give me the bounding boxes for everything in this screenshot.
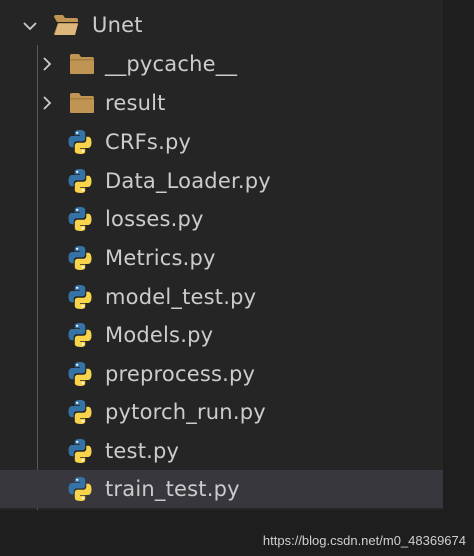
python-file-icon <box>67 438 93 464</box>
python-file-icon <box>67 206 93 232</box>
footer: https://blog.csdn.net/m0_48369674 <box>0 510 474 556</box>
watermark-text: https://blog.csdn.net/m0_48369674 <box>262 533 466 548</box>
tree-item-file[interactable]: CRFs.py <box>0 123 443 161</box>
tree-item-file[interactable]: test.py <box>0 432 443 470</box>
tree-item-result[interactable]: result <box>0 84 443 122</box>
tree-item-file[interactable]: losses.py <box>0 200 443 238</box>
tree-item-file[interactable]: pytorch_run.py <box>0 393 443 431</box>
file-label: train_test.py <box>105 477 240 501</box>
folder-icon <box>69 92 95 114</box>
python-file-icon <box>67 322 93 348</box>
tree-item-pycache[interactable]: __pycache__ <box>0 45 443 83</box>
chevron-right-icon[interactable] <box>39 95 55 111</box>
file-label: test.py <box>105 439 180 463</box>
python-file-icon <box>67 399 93 425</box>
chevron-down-icon[interactable] <box>22 18 38 34</box>
python-file-icon <box>67 284 93 310</box>
file-label: pytorch_run.py <box>105 400 266 424</box>
file-label: Data_Loader.py <box>105 169 271 193</box>
folder-icon <box>69 53 95 75</box>
file-explorer: Unet __pycache__ result CRFs.py Data_Loa… <box>0 0 443 510</box>
python-file-icon <box>67 361 93 387</box>
python-file-icon <box>67 476 93 502</box>
file-label: losses.py <box>105 207 204 231</box>
chevron-right-icon[interactable] <box>39 56 55 72</box>
file-label: CRFs.py <box>105 130 192 154</box>
tree-item-file[interactable]: model_test.py <box>0 278 443 316</box>
python-file-icon <box>67 168 93 194</box>
tree-item-file[interactable]: preprocess.py <box>0 355 443 393</box>
tree-item-file[interactable]: Models.py <box>0 316 443 354</box>
python-file-icon <box>67 129 93 155</box>
folder-label-unet: Unet <box>92 13 143 37</box>
tree-item-unet[interactable]: Unet <box>0 6 443 44</box>
tree-item-file[interactable]: Data_Loader.py <box>0 162 443 200</box>
folder-label-result: result <box>105 91 166 115</box>
folder-open-icon <box>53 14 79 36</box>
file-label: preprocess.py <box>105 362 256 386</box>
file-label: model_test.py <box>105 285 257 309</box>
file-label: Models.py <box>105 323 214 347</box>
file-label: Metrics.py <box>105 246 216 270</box>
python-file-icon <box>67 245 93 271</box>
folder-label-pycache: __pycache__ <box>105 52 238 76</box>
tree-item-file-selected[interactable]: train_test.py <box>0 470 443 508</box>
tree-item-file[interactable]: Metrics.py <box>0 239 443 277</box>
